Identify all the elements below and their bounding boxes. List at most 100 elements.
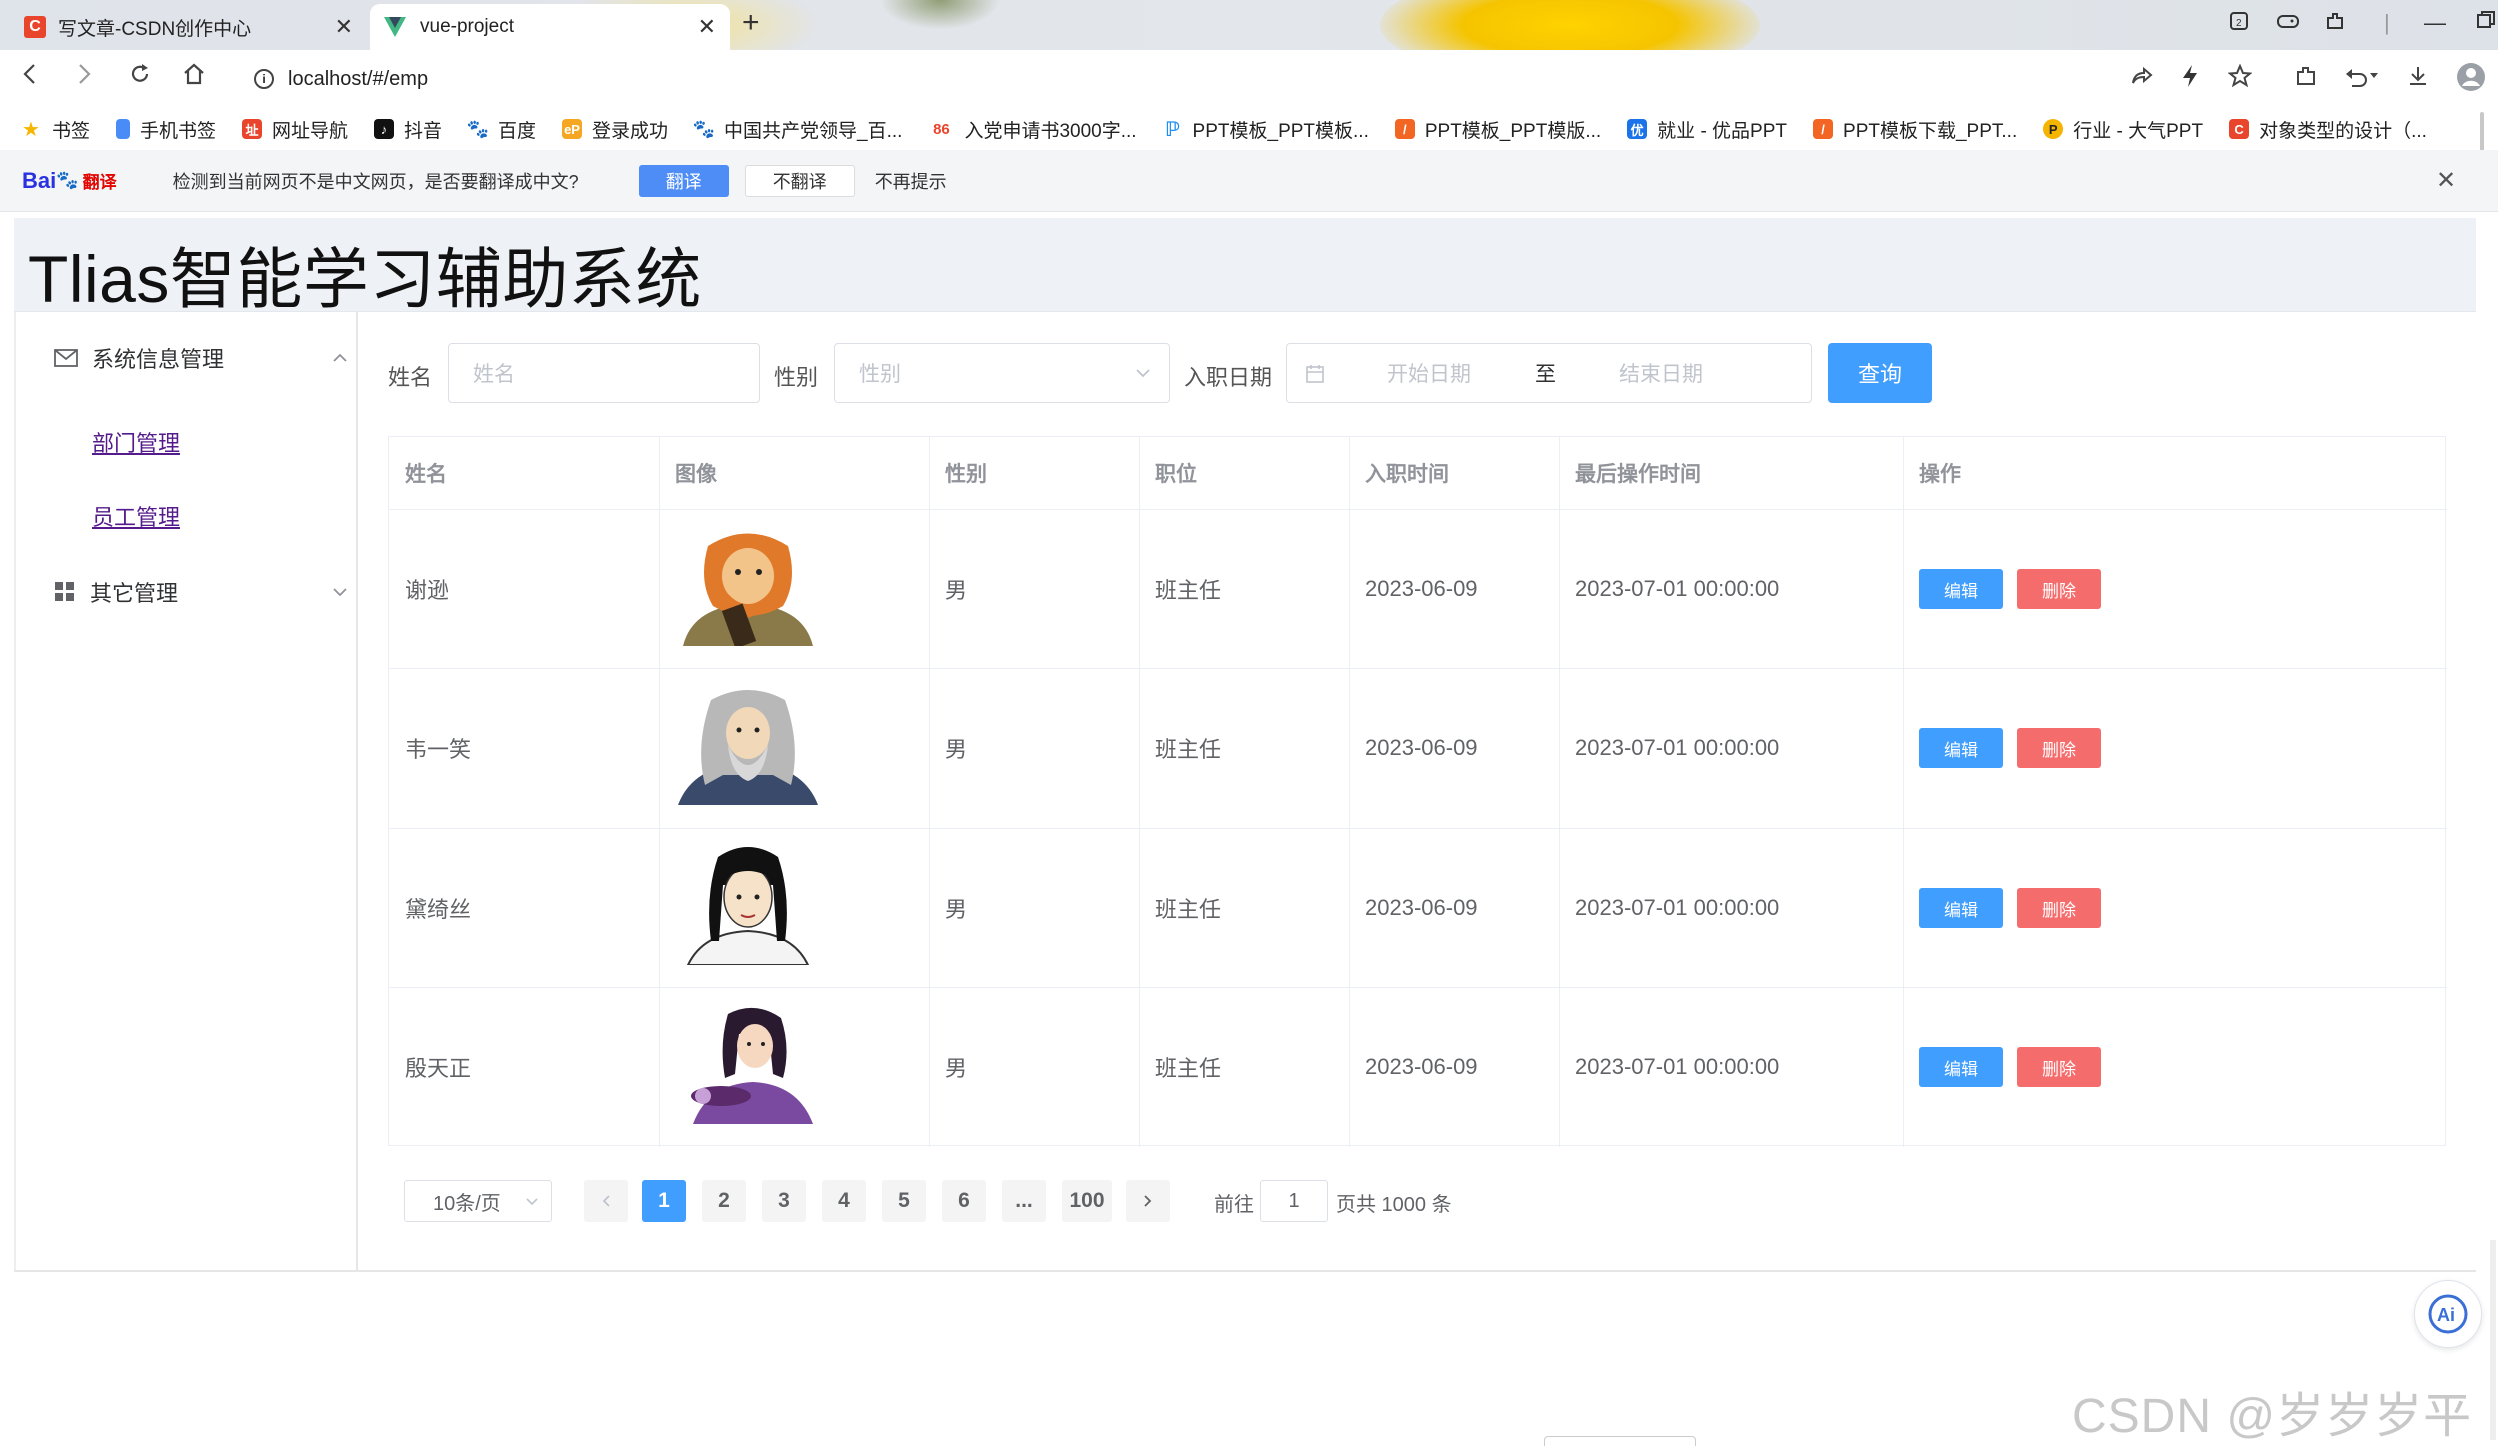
86-icon: 86 bbox=[928, 119, 955, 139]
new-tab-icon[interactable]: + bbox=[742, 6, 760, 40]
goto-page-input[interactable]: 1 bbox=[1260, 1180, 1328, 1222]
menu-other[interactable]: 其它管理 bbox=[54, 576, 348, 608]
forward-icon[interactable] bbox=[74, 62, 94, 86]
chevron-left-icon bbox=[602, 1195, 610, 1207]
home-icon[interactable] bbox=[182, 62, 206, 86]
tab-search-icon[interactable]: 2 bbox=[2228, 10, 2250, 32]
download-icon[interactable] bbox=[2406, 64, 2430, 88]
vue-icon bbox=[384, 17, 406, 37]
gender-label: 性别 bbox=[774, 365, 819, 390]
query-button[interactable]: 查询 bbox=[1828, 343, 1932, 403]
minimize-icon[interactable]: — bbox=[2424, 10, 2446, 36]
bookmark-item[interactable]: 址 网址导航 bbox=[241, 116, 348, 143]
delete-button[interactable]: 删除 bbox=[2017, 888, 2101, 928]
page-button[interactable]: 100 bbox=[1062, 1180, 1112, 1222]
bookmark-item[interactable]: / PPT模板_PPT模版... bbox=[1394, 116, 1601, 143]
delete-button[interactable]: 删除 bbox=[2017, 1047, 2101, 1087]
baidu-paw-icon: 🐾 bbox=[692, 118, 716, 139]
prev-page-button[interactable] bbox=[584, 1180, 628, 1222]
page-button[interactable]: 4 bbox=[822, 1180, 866, 1222]
profile-icon[interactable] bbox=[2456, 62, 2486, 92]
page-ellipsis-button[interactable]: ... bbox=[1002, 1180, 1046, 1222]
bookmark-item[interactable]: 🐾 中国共产党领导_百... bbox=[692, 116, 903, 143]
browser-tab-csdn[interactable]: C 写文章-CSDN创作中心 ✕ bbox=[12, 4, 367, 50]
page-button[interactable]: 6 bbox=[942, 1180, 986, 1222]
grid-icon bbox=[54, 581, 76, 603]
star-icon[interactable] bbox=[2228, 64, 2252, 88]
name-input[interactable]: 姓名 bbox=[448, 343, 760, 403]
date-range-picker[interactable]: 开始日期 至 结束日期 bbox=[1286, 343, 1812, 403]
bottom-scroll-handle[interactable] bbox=[1544, 1436, 1696, 1446]
bookmark-item[interactable]: ℙ PPT模板_PPT模板... bbox=[1162, 116, 1369, 143]
undo-icon[interactable] bbox=[2344, 64, 2380, 88]
page-button[interactable]: 3 bbox=[762, 1180, 806, 1222]
baidu-logo-suffix: 翻译 bbox=[82, 173, 117, 192]
lightning-icon[interactable] bbox=[2180, 64, 2200, 88]
translate-button[interactable]: 翻译 bbox=[638, 164, 729, 197]
site-info-icon[interactable]: i bbox=[254, 69, 274, 89]
cell-entry-date: 2023-06-09 bbox=[1365, 735, 1478, 760]
bookmark-item[interactable]: ★ 书签 bbox=[22, 116, 90, 143]
next-page-button[interactable] bbox=[1126, 1180, 1170, 1222]
bookmark-label: 入党申请书3000字... bbox=[964, 120, 1137, 142]
ppt-slash-icon: / bbox=[1813, 119, 1834, 139]
menu-system-info[interactable]: 系统信息管理 bbox=[54, 342, 348, 374]
employee-avatar-image bbox=[673, 526, 823, 646]
phone-icon bbox=[115, 119, 130, 139]
no-remind-link[interactable]: 不再提示 bbox=[871, 165, 951, 197]
chevron-down-icon bbox=[525, 1197, 539, 1206]
cell-update-time: 2023-07-01 00:00:00 bbox=[1575, 895, 1780, 920]
bookmark-label: 书签 bbox=[51, 120, 90, 142]
page-button[interactable]: 2 bbox=[702, 1180, 746, 1222]
page-button[interactable]: 5 bbox=[882, 1180, 926, 1222]
start-date-placeholder: 开始日期 bbox=[1387, 363, 1471, 386]
close-tab-icon[interactable]: ✕ bbox=[335, 14, 353, 40]
bookmark-item[interactable]: / PPT模板下载_PPT... bbox=[1813, 116, 2017, 143]
page-size-select[interactable]: 10条/页 bbox=[404, 1180, 552, 1222]
bookmark-item[interactable]: 优 就业 - 优品PPT bbox=[1627, 116, 1787, 143]
edit-button[interactable]: 编辑 bbox=[1919, 569, 2003, 609]
reload-icon[interactable] bbox=[128, 62, 152, 86]
bookmark-item[interactable]: C 对象类型的设计（... bbox=[2229, 116, 2427, 143]
baidu-paw-icon: 🐾 bbox=[56, 170, 79, 190]
restore-icon[interactable] bbox=[2476, 10, 2496, 30]
edit-button[interactable]: 编辑 bbox=[1919, 888, 2003, 928]
no-translate-button[interactable]: 不翻译 bbox=[744, 164, 855, 197]
bookmark-item[interactable]: 🐾 百度 bbox=[467, 116, 536, 143]
back-icon[interactable] bbox=[20, 62, 40, 86]
browser-tab-vue[interactable]: vue-project ✕ bbox=[370, 4, 730, 50]
puzzle-icon[interactable] bbox=[2294, 64, 2318, 88]
close-translate-icon[interactable]: ✕ bbox=[2436, 166, 2456, 195]
bookmark-item[interactable]: eP 登录成功 bbox=[562, 116, 668, 143]
bookmark-label: PPT模板下载_PPT... bbox=[1843, 120, 2018, 142]
close-tab-icon[interactable]: ✕ bbox=[698, 14, 716, 40]
bookmark-item[interactable]: 手机书签 bbox=[115, 116, 216, 143]
employee-avatar-image bbox=[673, 845, 823, 965]
bookmark-label: 手机书签 bbox=[139, 120, 216, 142]
delete-button[interactable]: 删除 bbox=[2017, 728, 2101, 768]
extensions-icon[interactable] bbox=[2324, 10, 2346, 32]
chevron-down-icon bbox=[1135, 368, 1151, 378]
gender-select[interactable]: 性别 bbox=[834, 343, 1170, 403]
game-icon[interactable] bbox=[2276, 10, 2300, 32]
bookmark-item[interactable]: 86 入党申请书3000字... bbox=[928, 116, 1137, 143]
bookmark-label: 登录成功 bbox=[592, 120, 669, 142]
menu-group-label: 其它管理 bbox=[90, 581, 179, 606]
cell-name: 黛绮丝 bbox=[405, 897, 472, 922]
page-button[interactable]: 1 bbox=[642, 1180, 686, 1222]
sidebar-item-dept[interactable]: 部门管理 bbox=[92, 426, 180, 458]
edit-button[interactable]: 编辑 bbox=[1919, 728, 2003, 768]
calendar-icon bbox=[1305, 364, 1325, 384]
url-field[interactable]: i localhost/#/emp bbox=[236, 58, 2196, 100]
ai-assistant-button[interactable]: Ai bbox=[2414, 1280, 2482, 1348]
bookmark-item[interactable]: ♪ 抖音 bbox=[373, 116, 442, 143]
sidebar-item-emp[interactable]: 员工管理 bbox=[92, 500, 180, 532]
date-label: 入职日期 bbox=[1184, 365, 1273, 390]
delete-button[interactable]: 删除 bbox=[2017, 569, 2101, 609]
baidu-logo-text: Bai bbox=[22, 167, 57, 193]
name-label: 姓名 bbox=[388, 365, 433, 390]
cell-update-time: 2023-07-01 00:00:00 bbox=[1575, 1054, 1780, 1079]
share-icon[interactable] bbox=[2130, 64, 2154, 88]
bookmark-item[interactable]: P 行业 - 大气PPT bbox=[2043, 116, 2203, 143]
edit-button[interactable]: 编辑 bbox=[1919, 1047, 2003, 1087]
